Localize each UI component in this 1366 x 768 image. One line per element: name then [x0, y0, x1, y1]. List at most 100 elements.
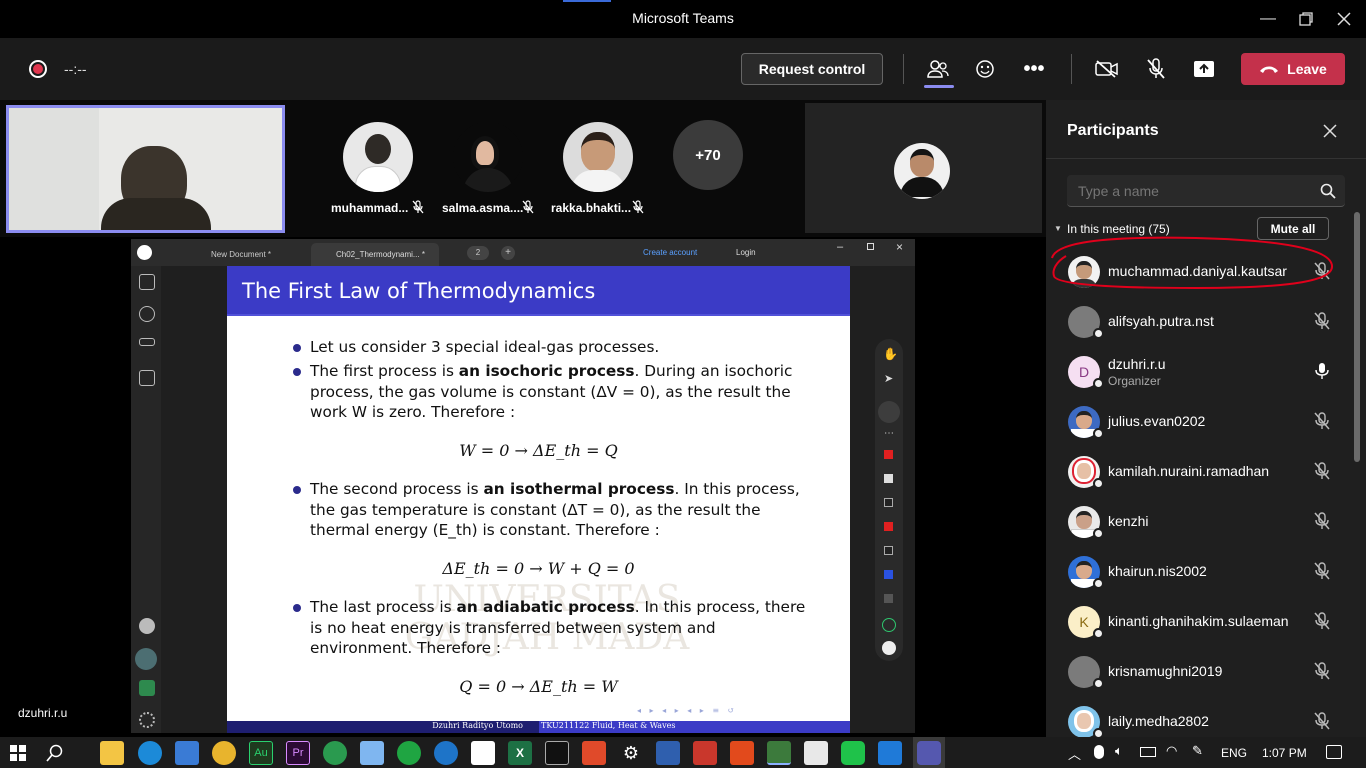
mic-off-icon[interactable]	[1312, 311, 1332, 331]
wifi-icon[interactable]: ◠	[1166, 743, 1177, 759]
upwork-icon[interactable]	[397, 741, 421, 765]
education-icon[interactable]	[139, 680, 155, 696]
red-highlighter-icon[interactable]	[884, 522, 893, 531]
participants-button[interactable]	[922, 53, 954, 85]
add-tool-icon[interactable]	[882, 618, 896, 632]
notes-icon[interactable]	[360, 741, 384, 765]
clock[interactable]: 1:07 PM	[1262, 746, 1307, 760]
feature-icon[interactable]	[135, 648, 157, 670]
teams-taskbar-item[interactable]	[913, 737, 945, 768]
pen-tray-icon[interactable]: ✎	[1192, 743, 1203, 759]
presenter-tile[interactable]	[805, 103, 1042, 233]
hand-tool-icon[interactable]: ✋	[883, 347, 898, 361]
minimize-icon[interactable]: –	[837, 241, 843, 253]
figma-icon[interactable]	[582, 741, 606, 765]
request-control-button[interactable]: Request control	[741, 53, 883, 85]
vscode-icon[interactable]	[878, 741, 902, 765]
browser-icon[interactable]	[434, 741, 458, 765]
tab-document[interactable]: Ch02_Thermodynami... *	[311, 243, 439, 266]
mic-off-icon[interactable]	[1312, 511, 1332, 531]
pages-icon[interactable]	[139, 274, 155, 290]
microphone-tray-icon[interactable]	[1094, 745, 1104, 759]
create-account-link[interactable]: Create account	[643, 248, 697, 257]
search-field[interactable]	[1067, 175, 1345, 207]
avatar[interactable]	[453, 122, 523, 192]
reactions-button[interactable]	[970, 53, 1002, 85]
add-tab-icon[interactable]: +	[501, 246, 515, 260]
list-item[interactable]: D dzuhri.r.u Organizer	[1046, 347, 1346, 397]
store-icon[interactable]	[175, 741, 199, 765]
list-item[interactable]: khairun.nis2002	[1046, 547, 1346, 597]
maximize-icon[interactable]	[867, 243, 874, 250]
mic-off-icon[interactable]	[1312, 711, 1332, 731]
list-item[interactable]: krisnamughni2019	[1046, 647, 1346, 697]
line-icon[interactable]	[841, 741, 865, 765]
list-item[interactable]: K kinanti.ghanihakim.sulaeman	[1046, 597, 1346, 647]
mic-off-icon[interactable]	[1312, 611, 1332, 631]
login-link[interactable]: Login	[736, 248, 756, 257]
more-participants-button[interactable]: +70	[673, 120, 743, 190]
maximize-button[interactable]	[1294, 8, 1318, 30]
search-input[interactable]	[1067, 175, 1307, 206]
minimize-button[interactable]: —	[1256, 8, 1280, 30]
leave-button[interactable]: Leave	[1241, 53, 1345, 85]
settings-gear-icon[interactable]: ⚙	[619, 741, 643, 765]
close-icon[interactable]: ×	[896, 240, 903, 254]
search-icon[interactable]	[46, 744, 64, 762]
app-icon[interactable]	[767, 741, 791, 765]
close-icon[interactable]	[1323, 124, 1337, 138]
settings-icon[interactable]	[139, 712, 155, 728]
mic-button[interactable]	[1140, 53, 1172, 85]
volume-icon[interactable]: 🔈︎	[1115, 743, 1123, 759]
black-marker-icon[interactable]	[884, 546, 893, 555]
scrollbar[interactable]	[1354, 212, 1360, 462]
close-window-button[interactable]	[1332, 8, 1356, 30]
calculator-icon[interactable]	[656, 741, 680, 765]
app-icon[interactable]	[804, 741, 828, 765]
cloud-icon[interactable]	[139, 618, 155, 634]
blue-pen-icon[interactable]	[884, 570, 893, 579]
battery-icon[interactable]	[1140, 747, 1156, 757]
edge-icon[interactable]	[138, 741, 162, 765]
app-icon[interactable]	[471, 741, 495, 765]
search-icon[interactable]	[139, 306, 155, 322]
beamer-navigation-icons[interactable]: ◂ ▸ ◂ ▸ ◂ ▸ ≡ ↺	[637, 706, 847, 716]
share-button[interactable]	[1188, 53, 1220, 85]
acrobat-icon[interactable]	[730, 741, 754, 765]
grid-app-icon[interactable]	[693, 741, 717, 765]
terminal-icon[interactable]	[545, 741, 569, 765]
camera-button[interactable]	[1091, 53, 1123, 85]
self-video-tile[interactable]	[6, 105, 285, 233]
excel-icon[interactable]: X	[508, 741, 532, 765]
more-tools-icon[interactable]: ⋯	[884, 428, 894, 439]
mic-off-icon[interactable]	[1312, 561, 1332, 581]
list-item[interactable]: alifsyah.putra.nst	[1046, 297, 1346, 347]
tab-count-button[interactable]: 2	[467, 246, 489, 260]
gray-pen-icon[interactable]	[884, 594, 893, 603]
premiere-icon[interactable]: Pr	[286, 741, 310, 765]
media-player-icon[interactable]	[323, 741, 347, 765]
mic-on-icon[interactable]	[1312, 361, 1332, 381]
mic-off-icon[interactable]	[1312, 411, 1332, 431]
list-item[interactable]: kenzhi	[1046, 497, 1346, 547]
pointer-icon[interactable]: ➤	[884, 372, 893, 385]
audition-icon[interactable]: Au	[249, 741, 273, 765]
file-explorer-icon[interactable]	[100, 741, 124, 765]
black-pen-icon[interactable]	[884, 498, 893, 507]
list-item[interactable]: julius.evan0202	[1046, 397, 1346, 447]
notification-icon[interactable]	[1326, 745, 1342, 759]
eraser-icon[interactable]	[884, 474, 893, 483]
app-shortcut-icon[interactable]	[882, 641, 896, 655]
avatar[interactable]	[343, 122, 413, 192]
more-actions-button[interactable]: •••	[1018, 53, 1050, 85]
mic-off-icon[interactable]	[1312, 661, 1332, 681]
save-icon[interactable]	[139, 370, 155, 386]
chevron-up-icon[interactable]: ︿	[1068, 744, 1081, 763]
chrome-icon[interactable]	[212, 741, 236, 765]
windows-start-icon[interactable]	[10, 745, 26, 761]
pen-tool-icon[interactable]	[878, 401, 900, 423]
red-pen-icon[interactable]	[884, 450, 893, 459]
input-language[interactable]: ENG	[1221, 746, 1247, 760]
tab-new-document[interactable]: New Document *	[186, 243, 308, 266]
mic-off-icon[interactable]	[1312, 461, 1332, 481]
